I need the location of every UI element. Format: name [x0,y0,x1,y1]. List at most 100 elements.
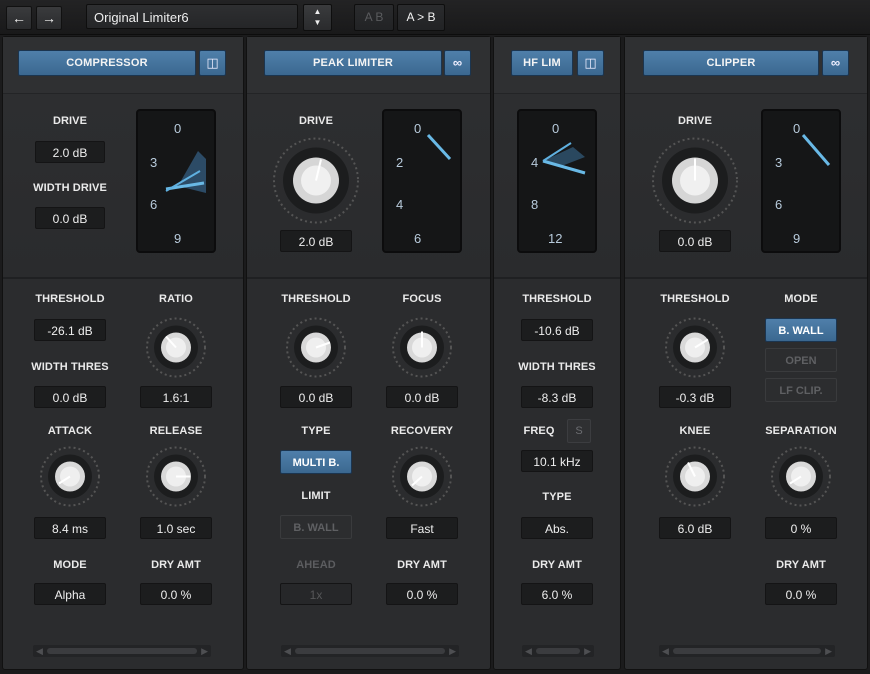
width-drive-value[interactable]: 0.0 dB [35,207,105,229]
scroll-right-icon[interactable]: ▶ [584,645,591,657]
scroll-thumb[interactable] [673,648,821,654]
dry-amt-label: DRY AMT [776,559,826,571]
threshold-knob[interactable] [664,317,726,384]
link-button[interactable]: ∞ [822,50,849,76]
type-value[interactable]: Abs. [521,517,593,539]
attack-value[interactable]: 8.4 ms [34,517,106,539]
peak-limiter-enable-button[interactable]: PEAK LIMITER [264,50,442,76]
width-drive-label: WIDTH DRIVE [33,182,107,194]
width-thres-label: WIDTH THRES [31,361,109,373]
mode-lf-clip-button[interactable]: LF CLIP. [765,378,837,402]
dry-amt-value[interactable]: 6.0 % [521,583,593,605]
gain-reduction-meter: 0 2 4 6 [382,109,462,253]
type-multi-band-button[interactable]: MULTI B. [280,450,352,474]
scroll-left-icon[interactable]: ◀ [525,645,532,657]
scroll-left-icon[interactable]: ◀ [284,645,291,657]
scroll-right-icon[interactable]: ▶ [201,645,208,657]
link-button[interactable]: ∞ [444,50,471,76]
stereo-link-icon: ◫ [206,55,219,70]
scroll-left-icon[interactable]: ◀ [36,645,43,657]
dry-amt-label: DRY AMT [532,559,582,571]
scroll-thumb[interactable] [295,648,445,654]
threshold-knob[interactable] [285,317,347,384]
width-thres-value[interactable]: 0.0 dB [34,386,106,408]
freq-s-button[interactable]: S [567,419,591,443]
separation-knob[interactable] [770,446,832,513]
dry-amt-value[interactable]: 0.0 % [765,583,837,605]
drive-knob[interactable] [271,136,361,231]
separation-value[interactable]: 0 % [765,517,837,539]
threshold-value[interactable]: -26.1 dB [34,319,106,341]
scroll-left-icon[interactable]: ◀ [662,645,669,657]
freq-value[interactable]: 10.1 kHz [521,450,593,472]
dry-amt-value[interactable]: 0.0 % [140,583,212,605]
drive-label: DRIVE [298,115,334,127]
knee-value[interactable]: 6.0 dB [659,517,731,539]
threshold-value[interactable]: 0.0 dB [280,386,352,408]
recovery-value[interactable]: Fast [386,517,458,539]
focus-value[interactable]: 0.0 dB [386,386,458,408]
scrollbar[interactable]: ◀ ▶ [281,645,459,657]
attack-knob[interactable] [39,446,101,513]
chevron-up-icon[interactable]: ▲ [304,5,331,17]
scrollbar[interactable]: ◀ ▶ [659,645,835,657]
copy-a-to-b-button[interactable]: A > B [397,4,445,31]
mode-label: MODE [53,559,87,571]
scrollbar[interactable]: ◀ ▶ [522,645,594,657]
knee-knob[interactable] [664,446,726,513]
threshold-label: THRESHOLD [35,293,105,305]
ahead-value[interactable]: 1x [280,583,352,605]
back-button[interactable]: ← [6,6,32,30]
focus-knob[interactable] [391,317,453,384]
width-thres-value[interactable]: -8.3 dB [521,386,593,408]
gain-reduction-meter: 0 3 6 9 [136,109,216,253]
toolbar: ← → Original Limiter6 ▲ ▼ A B A > B [0,0,870,35]
scroll-thumb[interactable] [47,648,197,654]
release-knob[interactable] [145,446,207,513]
ab-toggle-button[interactable]: A B [354,4,394,31]
scroll-thumb[interactable] [536,648,580,654]
release-label: RELEASE [149,425,203,437]
stereo-link-button[interactable]: ◫ [199,50,226,76]
drive-value[interactable]: 2.0 dB [280,230,352,252]
drive-label: DRIVE [677,115,713,127]
preset-name-field[interactable]: Original Limiter6 [86,4,298,29]
ratio-value[interactable]: 1.6:1 [140,386,212,408]
compressor-enable-button[interactable]: COMPRESSOR [18,50,196,76]
hf-lim-module: HF LIM ◫ 0 4 8 12 THRESHOLD -10.6 dB WID… [493,36,621,670]
ratio-knob[interactable] [145,317,207,384]
drive-value[interactable]: 0.0 dB [659,230,731,252]
ahead-label: AHEAD [296,559,336,571]
scroll-right-icon[interactable]: ▶ [449,645,456,657]
release-value[interactable]: 1.0 sec [140,517,212,539]
stereo-link-button[interactable]: ◫ [577,50,604,76]
mode-value[interactable]: Alpha [34,583,106,605]
drive-knob[interactable] [650,136,740,231]
meter-tick: 9 [793,231,800,246]
mode-open-button[interactable]: OPEN [765,348,837,372]
mode-brickwall-button[interactable]: B. WALL [765,318,837,342]
recovery-label: RECOVERY [390,425,454,437]
scroll-right-icon[interactable]: ▶ [825,645,832,657]
preset-spinner[interactable]: ▲ ▼ [303,4,332,31]
clipper-enable-button[interactable]: CLIPPER [643,50,819,76]
dry-amt-value[interactable]: 0.0 % [386,583,458,605]
limit-brickwall-button[interactable]: B. WALL [280,515,352,539]
section-divider [494,277,620,279]
threshold-value[interactable]: -0.3 dB [659,386,731,408]
meter-tick: 0 [414,121,421,136]
drive-value[interactable]: 2.0 dB [35,141,105,163]
recovery-knob[interactable] [391,446,453,513]
scrollbar[interactable]: ◀ ▶ [33,645,211,657]
freq-label: FREQ [523,425,555,437]
gain-reduction-meter: 0 3 6 9 [761,109,841,253]
hf-lim-enable-button[interactable]: HF LIM [511,50,573,76]
threshold-label: THRESHOLD [281,293,351,305]
link-icon: ∞ [452,55,463,70]
chevron-down-icon[interactable]: ▼ [304,17,331,28]
meter-tick: 2 [396,155,403,170]
arrow-right-icon: → [42,10,56,26]
threshold-value[interactable]: -10.6 dB [521,319,593,341]
forward-button[interactable]: → [36,6,62,30]
compressor-module: COMPRESSOR ◫ DRIVE 2.0 dB WIDTH DRIVE 0.… [2,36,244,670]
